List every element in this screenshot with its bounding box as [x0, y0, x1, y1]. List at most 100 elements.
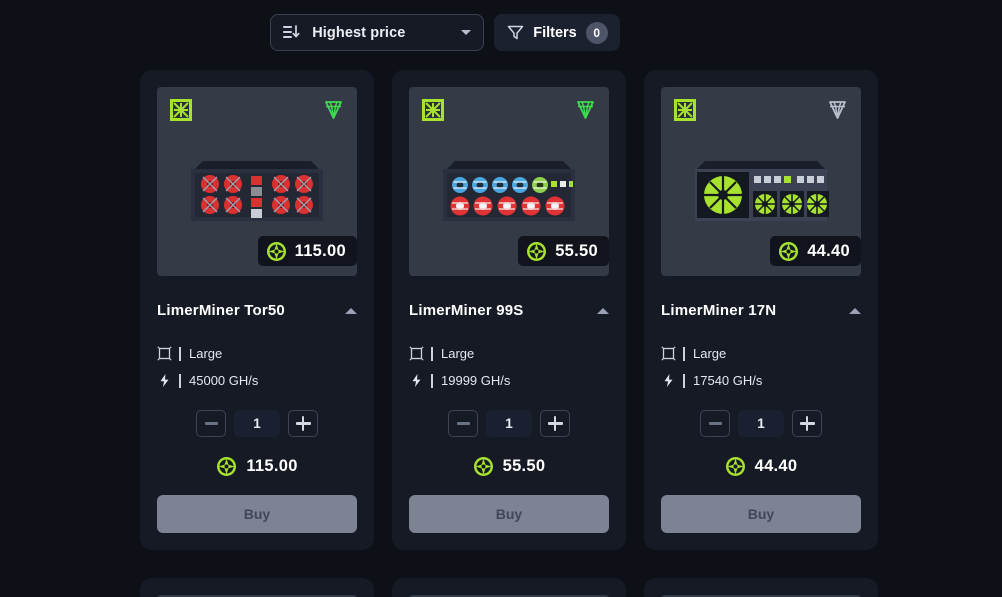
product-thumbnail[interactable]: 44.40 [661, 87, 861, 276]
limer-coin-icon [266, 241, 287, 262]
product-name: LimerMiner 99S [409, 302, 524, 319]
thumbnail-price-value: 55.50 [555, 241, 598, 260]
product-price-value: 44.40 [754, 457, 798, 475]
limer-coin-icon [778, 241, 799, 262]
spec-hashrate: 17540 GH/s [661, 373, 861, 388]
product-title-row[interactable]: LimerMiner Tor50 [157, 302, 357, 319]
spec-size-value: Large [189, 346, 223, 361]
size-box-icon [661, 346, 676, 361]
buy-button[interactable]: Buy [661, 495, 861, 533]
product-title-row[interactable]: LimerMiner 99S [409, 302, 609, 319]
plus-icon [295, 416, 311, 431]
product-name: LimerMiner Tor50 [157, 302, 285, 319]
plus-icon [799, 416, 815, 431]
limer-coin-icon [526, 241, 547, 262]
buy-button[interactable]: Buy [157, 495, 357, 533]
spec-hashrate-value: 45000 GH/s [189, 373, 259, 388]
chevron-up-icon[interactable] [597, 307, 609, 314]
spec-hashrate: 45000 GH/s [157, 373, 357, 388]
product-grid: 115.00 LimerMiner Tor50 Large 45000 GH/s… [140, 70, 880, 550]
quantity-stepper: 1 [157, 410, 357, 437]
quantity-input[interactable]: 1 [486, 410, 532, 437]
product-card[interactable] [140, 578, 374, 597]
grid-badge-icon [674, 99, 696, 121]
miner-illustration [441, 159, 577, 236]
spec-divider [431, 373, 433, 388]
spec-divider [683, 346, 685, 361]
quantity-stepper: 1 [409, 410, 609, 437]
quantity-input[interactable]: 1 [738, 410, 784, 437]
buy-button[interactable]: Buy [409, 495, 609, 533]
spec-divider [179, 373, 181, 388]
increment-button[interactable] [792, 410, 822, 437]
product-thumbnail[interactable]: 55.50 [409, 87, 609, 276]
decrement-button[interactable] [700, 410, 730, 437]
filters-count-badge: 0 [585, 21, 608, 44]
decrement-button[interactable] [196, 410, 226, 437]
thumbnail-price-chip: 44.40 [770, 236, 861, 266]
spec-divider [179, 346, 181, 361]
thumbnail-price-chip: 55.50 [518, 236, 609, 266]
product-title-row[interactable]: LimerMiner 17N [661, 302, 861, 319]
product-name: LimerMiner 17N [661, 302, 777, 319]
chevron-up-icon[interactable] [849, 307, 861, 314]
minus-icon [708, 422, 722, 425]
decrement-button[interactable] [448, 410, 478, 437]
product-card[interactable]: 115.00 LimerMiner Tor50 Large 45000 GH/s… [140, 70, 374, 550]
diamond-icon [826, 98, 849, 121]
product-card[interactable] [392, 578, 626, 597]
product-price-value: 115.00 [246, 457, 298, 475]
spec-size: Large [409, 346, 609, 361]
marketplace-page: Highest price Filters 0 115.00 LimerMine… [0, 0, 1002, 597]
limer-coin-icon [216, 456, 237, 477]
lightning-icon [157, 373, 172, 388]
funnel-icon [507, 24, 524, 41]
product-card[interactable]: 44.40 LimerMiner 17N Large 17540 GH/s 1 … [644, 70, 878, 550]
product-card[interactable] [644, 578, 878, 597]
limer-coin-icon [725, 456, 746, 477]
lightning-icon [409, 373, 424, 388]
size-box-icon [157, 346, 172, 361]
spec-hashrate-value: 17540 GH/s [693, 373, 763, 388]
minus-icon [204, 422, 218, 425]
spec-hashrate: 19999 GH/s [409, 373, 609, 388]
minus-icon [456, 422, 470, 425]
spec-divider [683, 373, 685, 388]
product-card[interactable]: 55.50 LimerMiner 99S Large 19999 GH/s 1 … [392, 70, 626, 550]
sort-descending-icon [283, 24, 300, 41]
size-box-icon [409, 346, 424, 361]
product-grid-next-row [140, 578, 880, 597]
thumbnail-price-value: 115.00 [294, 241, 346, 260]
filters-button[interactable]: Filters 0 [494, 14, 620, 51]
product-specs: Large 45000 GH/s [157, 346, 357, 388]
increment-button[interactable] [288, 410, 318, 437]
diamond-icon [574, 98, 597, 121]
sort-dropdown[interactable]: Highest price [270, 14, 485, 51]
toolbar: Highest price Filters 0 [0, 14, 1002, 51]
product-price-row: 55.50 [409, 456, 609, 477]
miner-illustration [693, 159, 829, 236]
lightning-icon [661, 373, 676, 388]
thumbnail-price-value: 44.40 [807, 241, 850, 260]
spec-size: Large [157, 346, 357, 361]
spec-size: Large [661, 346, 861, 361]
product-specs: Large 19999 GH/s [409, 346, 609, 388]
product-thumbnail[interactable]: 115.00 [157, 87, 357, 276]
spec-size-value: Large [441, 346, 475, 361]
miner-illustration [189, 159, 325, 236]
spec-size-value: Large [693, 346, 727, 361]
limer-coin-icon [473, 456, 494, 477]
quantity-input[interactable]: 1 [234, 410, 280, 437]
filters-label: Filters [533, 24, 577, 41]
diamond-icon [322, 98, 345, 121]
quantity-stepper: 1 [661, 410, 861, 437]
increment-button[interactable] [540, 410, 570, 437]
product-price-row: 44.40 [661, 456, 861, 477]
grid-badge-icon [422, 99, 444, 121]
thumbnail-price-chip: 115.00 [257, 236, 357, 266]
product-price-value: 55.50 [502, 457, 546, 475]
chevron-up-icon[interactable] [345, 307, 357, 314]
spec-divider [431, 346, 433, 361]
spec-hashrate-value: 19999 GH/s [441, 373, 511, 388]
chevron-down-icon [461, 30, 472, 35]
